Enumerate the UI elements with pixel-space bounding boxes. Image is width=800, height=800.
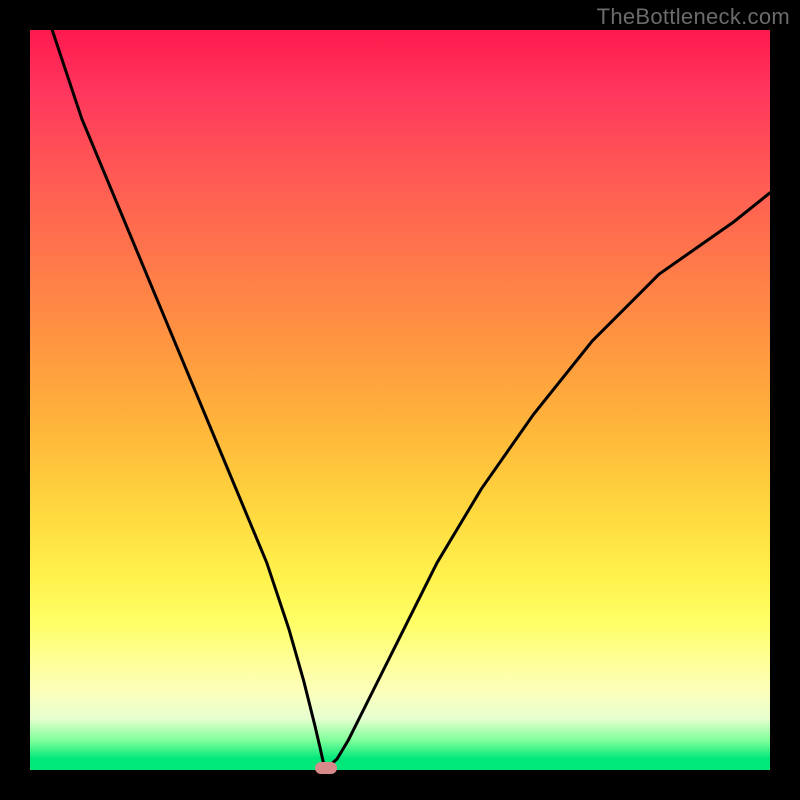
watermark-text: TheBottleneck.com — [597, 4, 790, 30]
minimum-marker — [315, 762, 337, 774]
bottleneck-curve — [30, 30, 770, 770]
chart-frame: TheBottleneck.com — [0, 0, 800, 800]
plot-area — [30, 30, 770, 770]
